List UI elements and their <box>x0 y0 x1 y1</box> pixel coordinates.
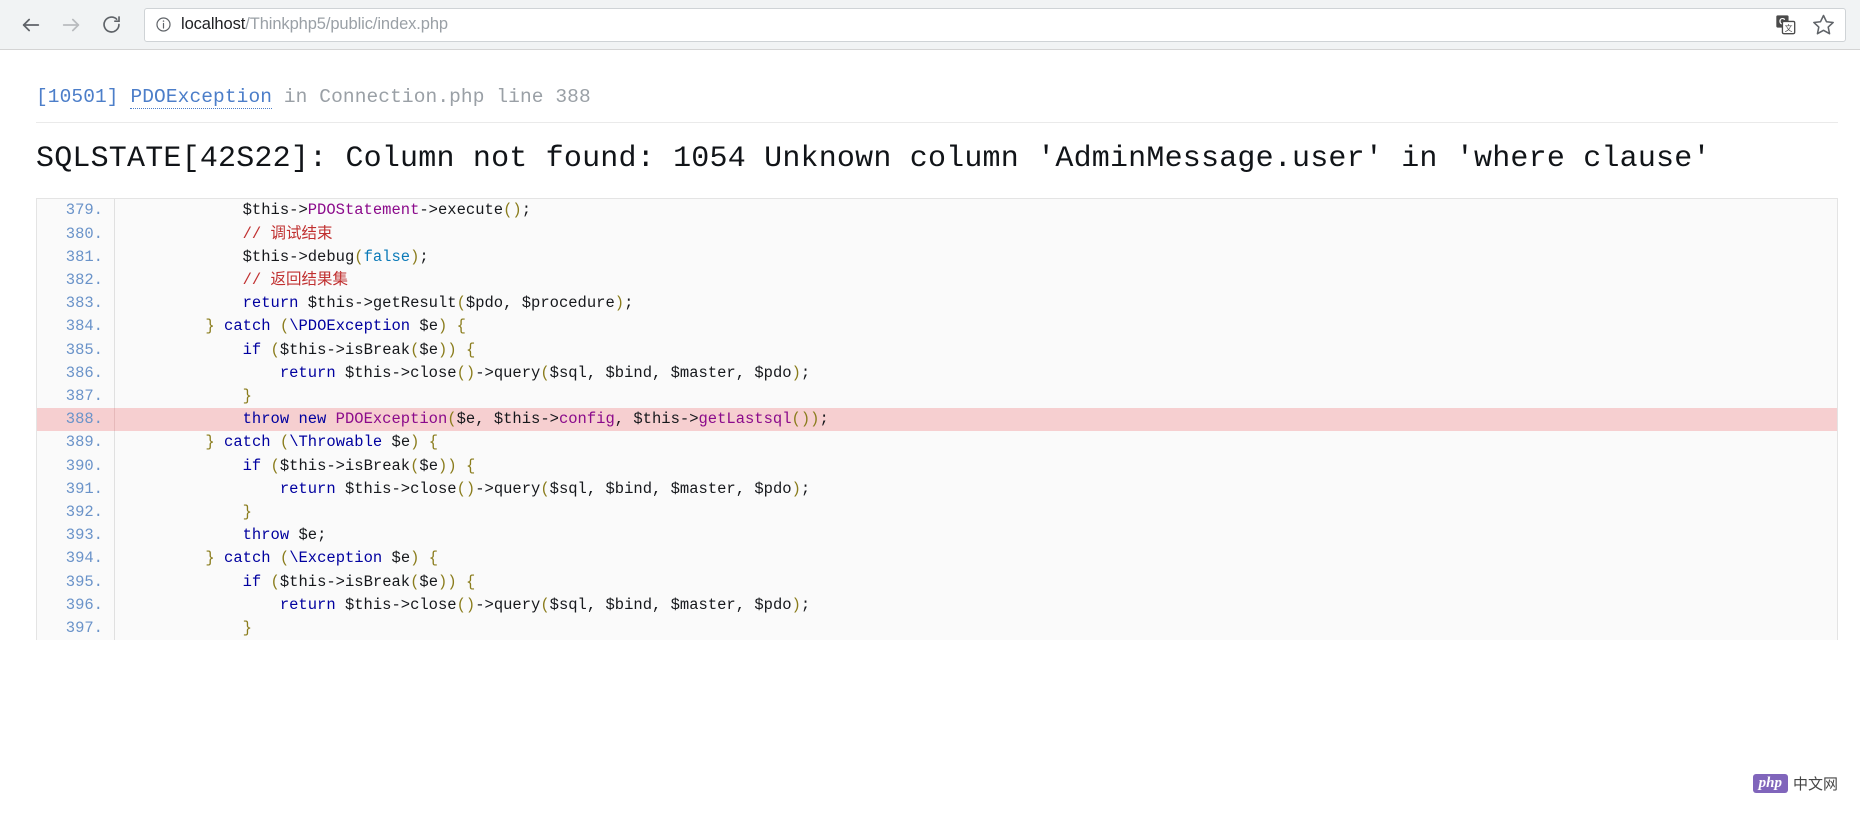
exception-type-link[interactable]: PDOException <box>130 86 273 109</box>
code-line: 382. // 返回结果集 <box>37 269 1837 293</box>
line-number: 388. <box>37 408 115 432</box>
code-line: 387. } <box>37 385 1837 409</box>
url-path: /Thinkphp5/public/index.php <box>245 15 449 33</box>
reload-button[interactable] <box>94 8 128 42</box>
code-line: 391. return $this->close()->query($sql, … <box>37 477 1837 502</box>
code-text: } catch (\Throwable $e) { <box>205 433 439 452</box>
code-line: 393. throw $e; <box>37 524 1837 548</box>
line-number: 395. <box>37 570 115 594</box>
code-text: } <box>242 619 252 638</box>
exception-file: Connection.php <box>319 86 485 108</box>
exception-message: SQLSTATE[42S22]: Column not found: 1054 … <box>36 142 1711 176</box>
exception-header: [10501] PDOException in Connection.php l… <box>36 76 1838 123</box>
line-number: 393. <box>37 524 115 548</box>
code-text: $this->debug(false); <box>242 247 429 266</box>
code-line: 389. } catch (\Throwable $e) { <box>37 431 1837 455</box>
svg-text:文: 文 <box>1785 23 1793 33</box>
code-line: 396. return $this->close()->query($sql, … <box>37 593 1837 618</box>
line-number: 392. <box>37 501 115 525</box>
code-line: 384. } catch (\PDOException $e) { <box>37 315 1837 339</box>
code-line: 383. return $this->getResult($pdo, $proc… <box>37 292 1837 316</box>
watermark-badge: php <box>1752 773 1788 794</box>
url-text[interactable]: localhost/Thinkphp5/public/index.php <box>181 15 448 34</box>
line-number: 384. <box>37 315 115 339</box>
code-text: if ($this->isBreak($e)) { <box>242 572 476 591</box>
line-number: 390. <box>37 454 115 478</box>
line-number: 394. <box>37 547 115 571</box>
code-text: // 调试结束 <box>242 224 333 243</box>
exception-container: [10501] PDOException in Connection.php l… <box>22 76 1838 641</box>
code-line: 397. } <box>37 617 1837 641</box>
address-bar[interactable]: localhost/Thinkphp5/public/index.php G 文 <box>144 7 1846 42</box>
line-number: 396. <box>37 593 115 618</box>
code-line: 381. $this->debug(false); <box>37 245 1837 269</box>
code-text: // 返回结果集 <box>242 271 349 289</box>
source-code-block: 379. $this->PDOStatement->execute(); 380.… <box>36 198 1838 641</box>
code-text: if ($this->isBreak($e)) { <box>242 456 476 475</box>
code-text: throw new PDOException($e, $this->config… <box>242 410 829 429</box>
code-line: 379. $this->PDOStatement->execute(); <box>37 199 1837 223</box>
back-button[interactable] <box>14 8 48 42</box>
line-number: 387. <box>37 385 115 409</box>
code-text: } <box>242 387 252 406</box>
line-number: 391. <box>37 477 115 502</box>
line-number: 382. <box>37 269 115 293</box>
line-number: 389. <box>37 431 115 455</box>
code-text: throw $e; <box>242 526 327 545</box>
code-text: } catch (\PDOException $e) { <box>205 317 466 336</box>
code-text: return $this->close()->query($sql, $bind… <box>279 595 811 614</box>
exception-page: [10501] PDOException in Connection.php l… <box>0 50 1860 820</box>
code-line: 394. } catch (\Exception $e) { <box>37 547 1837 571</box>
forward-button[interactable] <box>54 8 88 42</box>
code-text: } <box>242 503 252 522</box>
code-text: return $this->close()->query($sql, $bind… <box>279 479 811 498</box>
info-circle-icon[interactable] <box>155 16 172 33</box>
bookmark-star-icon[interactable] <box>1812 13 1835 36</box>
code-line: 385. if ($this->isBreak($e)) { <box>37 338 1837 362</box>
line-number: 380. <box>37 222 115 246</box>
line-number: 397. <box>37 617 115 641</box>
code-line: 388. throw new PDOException($e, $this->c… <box>37 408 1837 432</box>
watermark: php 中文网 <box>1752 773 1838 794</box>
code-text: return $this->getResult($pdo, $procedure… <box>242 294 634 313</box>
code-line: 380. // 调试结束 <box>37 222 1837 246</box>
line-number: 383. <box>37 292 115 316</box>
arrow-left-icon <box>22 18 40 31</box>
code-text: $this->PDOStatement->execute(); <box>242 201 532 220</box>
exception-line-word: line <box>496 86 544 108</box>
watermark-text: 中文网 <box>1792 776 1838 793</box>
code-line: 395. if ($this->isBreak($e)) { <box>37 570 1837 594</box>
browser-toolbar: localhost/Thinkphp5/public/index.php G 文 <box>0 0 1860 50</box>
code-text: if ($this->isBreak($e)) { <box>242 340 476 359</box>
code-line: 386. return $this->close()->query($sql, … <box>37 361 1837 386</box>
code-text: return $this->close()->query($sql, $bind… <box>279 363 811 382</box>
line-number: 386. <box>37 361 115 386</box>
translate-icon[interactable]: G 文 <box>1775 14 1796 35</box>
arrow-right-icon <box>62 18 80 31</box>
exception-code: [10501] <box>36 86 119 108</box>
exception-line-number: 388 <box>555 86 591 108</box>
line-number: 379. <box>37 199 115 223</box>
code-line: 392. } <box>37 501 1837 525</box>
url-host: localhost <box>181 15 246 33</box>
line-number: 381. <box>37 245 115 269</box>
code-line: 390. if ($this->isBreak($e)) { <box>37 454 1837 478</box>
code-text: } catch (\Exception $e) { <box>205 549 439 568</box>
exception-in-word: in <box>283 86 308 108</box>
reload-icon <box>102 16 120 33</box>
line-number: 385. <box>37 338 115 362</box>
omnibox-actions: G 文 <box>1763 13 1835 36</box>
